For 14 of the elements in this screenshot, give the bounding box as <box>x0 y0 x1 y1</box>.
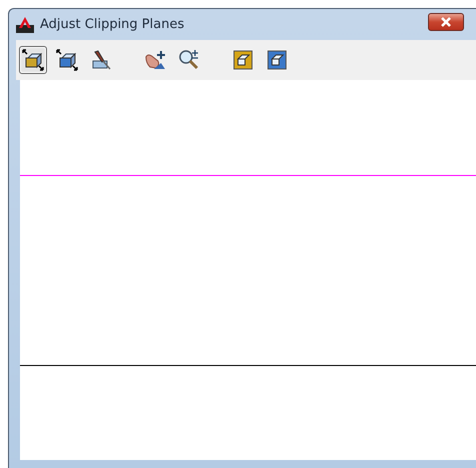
window-title: Adjust Clipping Planes <box>40 17 186 32</box>
app-logo-icon <box>16 16 34 32</box>
box-icon <box>232 49 254 71</box>
hand-icon <box>144 49 166 71</box>
zoom-icon <box>178 49 200 71</box>
clipping-plane-line[interactable] <box>20 365 476 366</box>
box-arrows-icon <box>22 49 44 71</box>
tool-button[interactable] <box>19 46 47 74</box>
box-arrows-icon <box>56 49 78 71</box>
clipping-plane-line[interactable] <box>20 175 476 176</box>
close-button[interactable] <box>428 12 464 30</box>
box-icon <box>266 49 288 71</box>
close-icon <box>439 16 453 26</box>
cutter-icon <box>90 49 112 71</box>
